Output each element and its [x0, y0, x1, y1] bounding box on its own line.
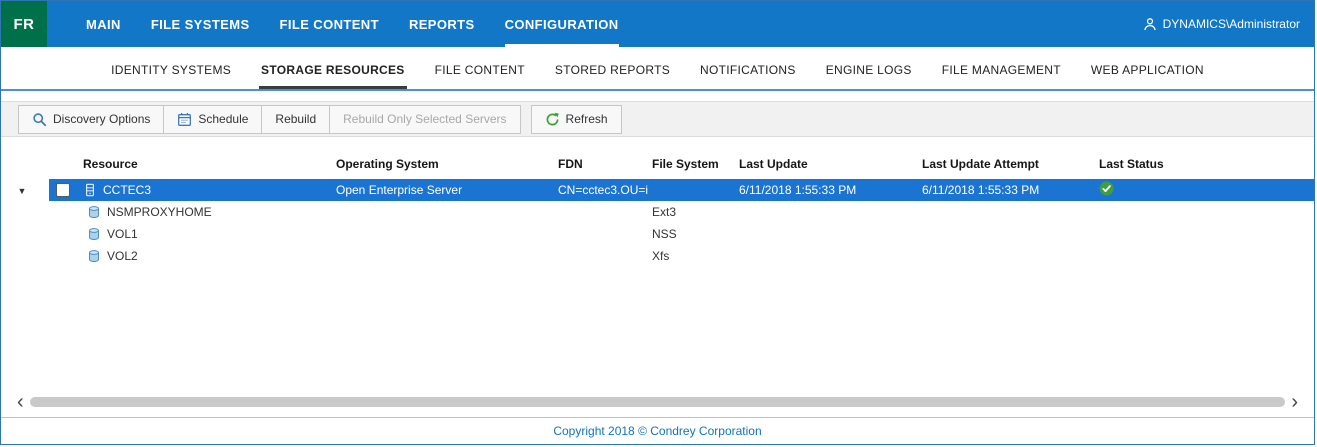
rebuild-button[interactable]: Rebuild	[261, 105, 330, 134]
app-logo: FR	[1, 1, 47, 47]
cell-operating-system: Open Enterprise Server	[336, 183, 558, 197]
resource-name: VOL1	[107, 227, 138, 241]
cell-last-update: 6/11/2018 1:55:33 PM	[739, 183, 922, 197]
table-header-row: Resource Operating System FDN File Syste…	[1, 149, 1314, 179]
user-name-label: DYNAMICS\Administrator	[1163, 17, 1300, 31]
resource-name: NSMPROXYHOME	[107, 205, 212, 219]
schedule-button[interactable]: Schedule	[163, 105, 262, 134]
cell-file-system: NSS	[652, 227, 739, 241]
server-icon	[83, 183, 97, 197]
cell-last-update-attempt: 6/11/2018 1:55:33 PM	[922, 183, 1099, 197]
refresh-icon	[545, 112, 560, 127]
app-window: FR MAIN FILE SYSTEMS FILE CONTENT REPORT…	[0, 0, 1315, 445]
schedule-label: Schedule	[198, 112, 248, 126]
tab-stored-reports[interactable]: STORED REPORTS	[553, 63, 672, 89]
rebuild-label: Rebuild	[275, 112, 316, 126]
row-checkbox[interactable]	[56, 183, 70, 197]
cell-resource: VOL1	[83, 227, 336, 241]
nav-item-main[interactable]: MAIN	[86, 1, 121, 47]
cell-resource: VOL2	[83, 249, 336, 263]
scrollbar-track[interactable]	[30, 397, 1286, 407]
resource-name: VOL2	[107, 249, 138, 263]
rebuild-only-selected-servers-label: Rebuild Only Selected Servers	[343, 112, 506, 126]
content-spacer	[1, 267, 1314, 393]
magnifier-icon	[32, 112, 47, 127]
tab-web-application[interactable]: WEB APPLICATION	[1089, 63, 1206, 89]
table-row-volume[interactable]: NSMPROXYHOME Ext3	[1, 201, 1314, 223]
table-row-volume[interactable]: VOL2 Xfs	[1, 245, 1314, 267]
discovery-options-label: Discovery Options	[53, 112, 150, 126]
horizontal-scrollbar: ‹ ›	[1, 393, 1314, 411]
cell-resource: NSMPROXYHOME	[83, 205, 336, 219]
volume-icon	[87, 249, 101, 263]
cell-fdn: CN=cctec3.OU=i	[558, 183, 652, 197]
collapse-arrow-icon[interactable]: ▼	[18, 186, 27, 196]
configuration-tab-bar: IDENTITY SYSTEMS STORAGE RESOURCES FILE …	[1, 47, 1314, 91]
nav-item-configuration[interactable]: CONFIGURATION	[505, 1, 619, 47]
scroll-right-arrow-icon[interactable]: ›	[1285, 395, 1304, 409]
column-header-last-status[interactable]: Last Status	[1099, 157, 1314, 171]
storage-resources-table: Resource Operating System FDN File Syste…	[1, 149, 1314, 267]
tab-file-management[interactable]: FILE MANAGEMENT	[940, 63, 1063, 89]
volume-icon	[87, 227, 101, 241]
footer: Copyright 2018 © Condrey Corporation	[1, 417, 1314, 444]
scrollbar-thumb[interactable]	[30, 397, 1286, 407]
cell-file-system: Ext3	[652, 205, 739, 219]
rebuild-only-selected-servers-button: Rebuild Only Selected Servers	[329, 105, 520, 134]
cell-last-status	[1099, 181, 1314, 199]
tab-storage-resources[interactable]: STORAGE RESOURCES	[259, 63, 407, 89]
tab-file-content[interactable]: FILE CONTENT	[433, 63, 527, 89]
refresh-label: Refresh	[566, 112, 608, 126]
column-header-last-update-attempt[interactable]: Last Update Attempt	[922, 157, 1099, 171]
nav-item-reports[interactable]: REPORTS	[409, 1, 475, 47]
resource-name: CCTEC3	[103, 183, 151, 197]
tab-identity-systems[interactable]: IDENTITY SYSTEMS	[109, 63, 233, 89]
table-row-server[interactable]: ▼ CCTEC3 Open Enterprise Server CN=cctec…	[1, 179, 1314, 201]
refresh-button[interactable]: Refresh	[531, 105, 622, 134]
nav-item-file-content[interactable]: FILE CONTENT	[280, 1, 379, 47]
column-header-fdn[interactable]: FDN	[558, 157, 652, 171]
cell-resource: CCTEC3	[83, 183, 336, 197]
scroll-left-arrow-icon[interactable]: ‹	[11, 395, 30, 409]
volume-icon	[87, 205, 101, 219]
row-checkbox-cell	[49, 183, 83, 197]
column-header-file-system[interactable]: File System	[652, 157, 739, 171]
column-header-operating-system[interactable]: Operating System	[336, 157, 558, 171]
user-account[interactable]: DYNAMICS\Administrator	[1143, 1, 1314, 47]
column-header-resource[interactable]: Resource	[83, 157, 336, 171]
calendar-icon	[177, 112, 192, 127]
tab-engine-logs[interactable]: ENGINE LOGS	[824, 63, 914, 89]
toolbar: Discovery Options Schedule Rebuild Rebui…	[1, 101, 1314, 137]
discovery-options-button[interactable]: Discovery Options	[18, 105, 164, 134]
row-expander[interactable]: ▼	[1, 183, 49, 197]
nav-item-file-systems[interactable]: FILE SYSTEMS	[151, 1, 250, 47]
main-nav: MAIN FILE SYSTEMS FILE CONTENT REPORTS C…	[86, 1, 649, 47]
top-bar: FR MAIN FILE SYSTEMS FILE CONTENT REPORT…	[1, 1, 1314, 47]
table-row-volume[interactable]: VOL1 NSS	[1, 223, 1314, 245]
status-success-icon	[1099, 181, 1114, 196]
column-header-last-update[interactable]: Last Update	[739, 157, 922, 171]
cell-file-system: Xfs	[652, 249, 739, 263]
user-icon	[1143, 17, 1157, 31]
copyright-text: Copyright 2018 © Condrey Corporation	[553, 424, 761, 438]
tab-notifications[interactable]: NOTIFICATIONS	[698, 63, 798, 89]
